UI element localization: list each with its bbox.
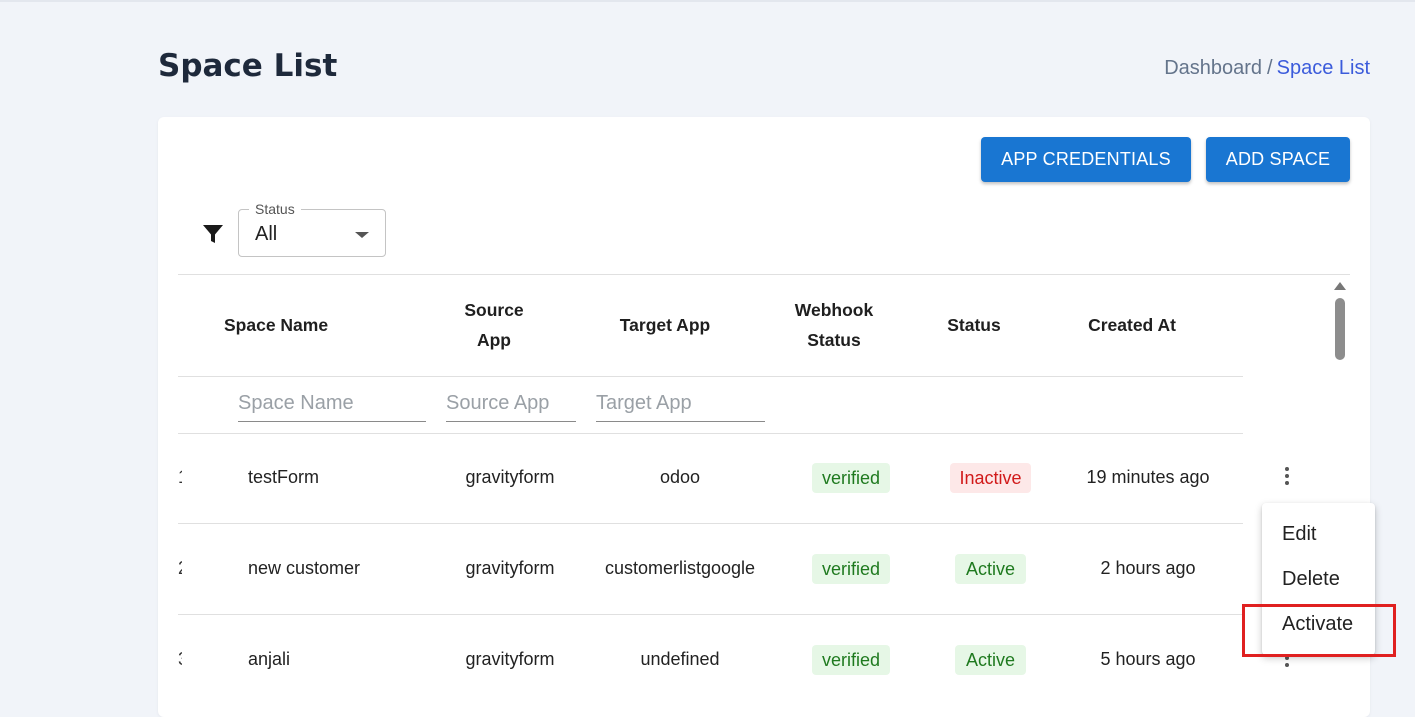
status-filter-value: All [255, 223, 278, 245]
more-vert-icon[interactable] [1284, 467, 1290, 489]
app-credentials-button[interactable]: APP CREDENTIALS [981, 137, 1191, 182]
activate-highlight-box [1242, 604, 1396, 657]
status-badge: Active [955, 645, 1026, 675]
webhook-status-badge: verified [812, 463, 890, 493]
header-webhook-line2: Status [807, 330, 861, 350]
source-app-filter-input[interactable] [446, 385, 576, 422]
row-number: 2 [178, 558, 182, 579]
scrollbar-thumb[interactable] [1335, 298, 1345, 360]
divider [178, 376, 1243, 377]
header-status[interactable]: Status [924, 310, 1024, 340]
top-border [0, 0, 1415, 2]
filter-icon[interactable] [202, 223, 224, 245]
header-source-app-line2: App [476, 330, 512, 350]
space-name-cell: anjali [248, 649, 291, 669]
header-created-at[interactable]: Created At [1072, 310, 1192, 340]
created-at-cell: 19 minutes ago [1086, 467, 1210, 487]
space-list-card: APP CREDENTIALS ADD SPACE Status All Spa… [158, 117, 1370, 717]
space-name-cell: new customer [248, 558, 361, 578]
target-app-cell: undefined [640, 649, 720, 669]
space-name-cell: testForm [248, 467, 320, 487]
status-filter-label: Status [249, 201, 301, 217]
source-app-cell: gravityform [465, 558, 555, 578]
status-badge: Inactive [950, 463, 1031, 493]
menu-item-delete[interactable]: Delete [1282, 568, 1340, 591]
webhook-status-badge: verified [812, 554, 890, 584]
header-target-app[interactable]: Target App [600, 310, 730, 340]
header-source-app-line1: Source [464, 300, 524, 320]
source-app-cell: gravityform [465, 649, 555, 669]
row-number: 1 [178, 467, 182, 488]
divider [178, 523, 1243, 524]
divider [178, 614, 1243, 615]
created-at-cell: 2 hours ago [1100, 558, 1196, 578]
target-app-filter-input[interactable] [596, 385, 765, 422]
breadcrumb-current: Space List [1276, 57, 1370, 79]
target-app-cell: odoo [659, 467, 701, 487]
page-title: Space List [158, 48, 338, 84]
header-webhook-line1: Webhook [794, 300, 874, 320]
add-space-button[interactable]: ADD SPACE [1206, 137, 1350, 182]
scroll-up-arrow-icon[interactable] [1334, 282, 1346, 290]
target-app-cell: customerlistgoogle [604, 558, 756, 578]
row-number: 3 [178, 649, 182, 670]
breadcrumb-dashboard-link[interactable]: Dashboard [1164, 57, 1262, 79]
webhook-status-badge: verified [812, 645, 890, 675]
menu-item-edit[interactable]: Edit [1282, 523, 1316, 546]
header-space-name[interactable]: Space Name [224, 310, 384, 340]
space-name-filter-input[interactable] [238, 385, 426, 422]
created-at-cell: 5 hours ago [1100, 649, 1196, 669]
source-app-cell: gravityform [465, 467, 555, 487]
status-filter-select[interactable]: Status All [238, 201, 386, 257]
header-source-app[interactable]: Source App [454, 295, 534, 355]
chevron-down-icon [355, 232, 369, 238]
divider [178, 433, 1243, 434]
status-badge: Active [955, 554, 1026, 584]
header-webhook-status[interactable]: Webhook Status [774, 295, 894, 355]
breadcrumb-separator: / [1267, 57, 1273, 79]
space-table: Space Name Source App Target App Webhook… [178, 274, 1350, 717]
breadcrumb: Dashboard / Space List [1164, 57, 1370, 80]
